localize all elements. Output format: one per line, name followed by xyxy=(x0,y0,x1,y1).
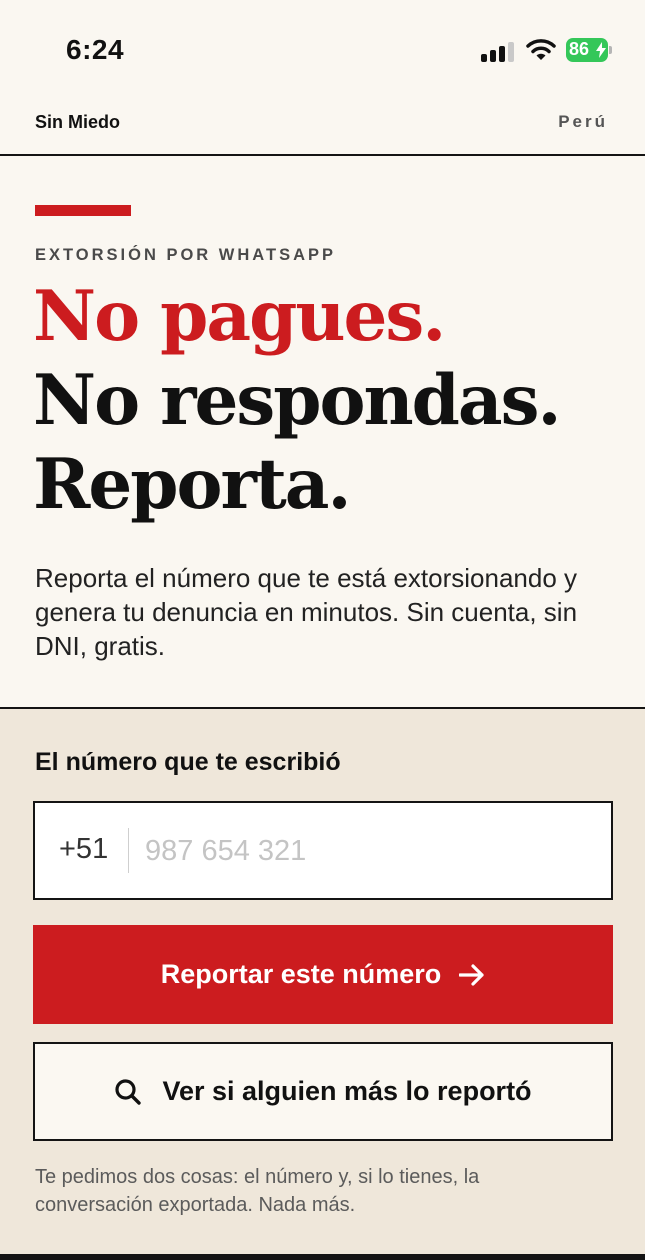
report-number-label: Reportar este número xyxy=(160,959,442,989)
privacy-footnote: Te pedimos dos cosas: el número y, si lo… xyxy=(35,1166,480,1216)
accent-bar xyxy=(35,205,131,216)
prefix-divider xyxy=(128,828,129,873)
headline-line-1: No pagues. xyxy=(33,276,446,357)
country-code-prefix: +51 xyxy=(59,833,109,865)
status-time: 6:24 xyxy=(66,34,125,65)
headline: No pagues. No respondas. Reporta. xyxy=(33,275,633,527)
check-reports-button[interactable]: Ver si alguien más lo reportó xyxy=(33,1042,613,1141)
headline-line-3: Reporta. xyxy=(33,444,351,525)
search-icon xyxy=(115,1078,142,1105)
status-bar: 6:24 86 xyxy=(0,0,645,100)
kicker: EXTORSIÓN POR WHATSAPP xyxy=(35,246,336,264)
lead-paragraph: Reporta el número que te está extorsiona… xyxy=(35,563,578,661)
headline-line-2: No respondas. xyxy=(33,360,561,441)
report-number-button[interactable]: Reportar este número xyxy=(33,925,613,1024)
phone-field-label: El número que te escribió xyxy=(35,748,341,776)
country-label: Perú xyxy=(558,112,608,131)
cellular-signal-icon xyxy=(481,40,517,62)
arrow-right-icon xyxy=(459,963,484,986)
phone-field[interactable]: +51 xyxy=(33,801,613,900)
phone-input[interactable] xyxy=(145,825,585,877)
battery-percent: 86 xyxy=(569,39,590,59)
wifi-icon xyxy=(526,39,556,60)
top-nav: Sin Miedo Perú xyxy=(0,100,645,156)
brand-name[interactable]: Sin Miedo xyxy=(35,112,120,133)
bottom-rule xyxy=(0,1254,645,1260)
charging-bolt-icon xyxy=(596,42,606,58)
battery-icon: 86 xyxy=(566,38,612,62)
check-reports-label: Ver si alguien más lo reportó xyxy=(162,1076,532,1106)
report-form: El número que te escribió +51 Reportar e… xyxy=(0,707,645,1260)
